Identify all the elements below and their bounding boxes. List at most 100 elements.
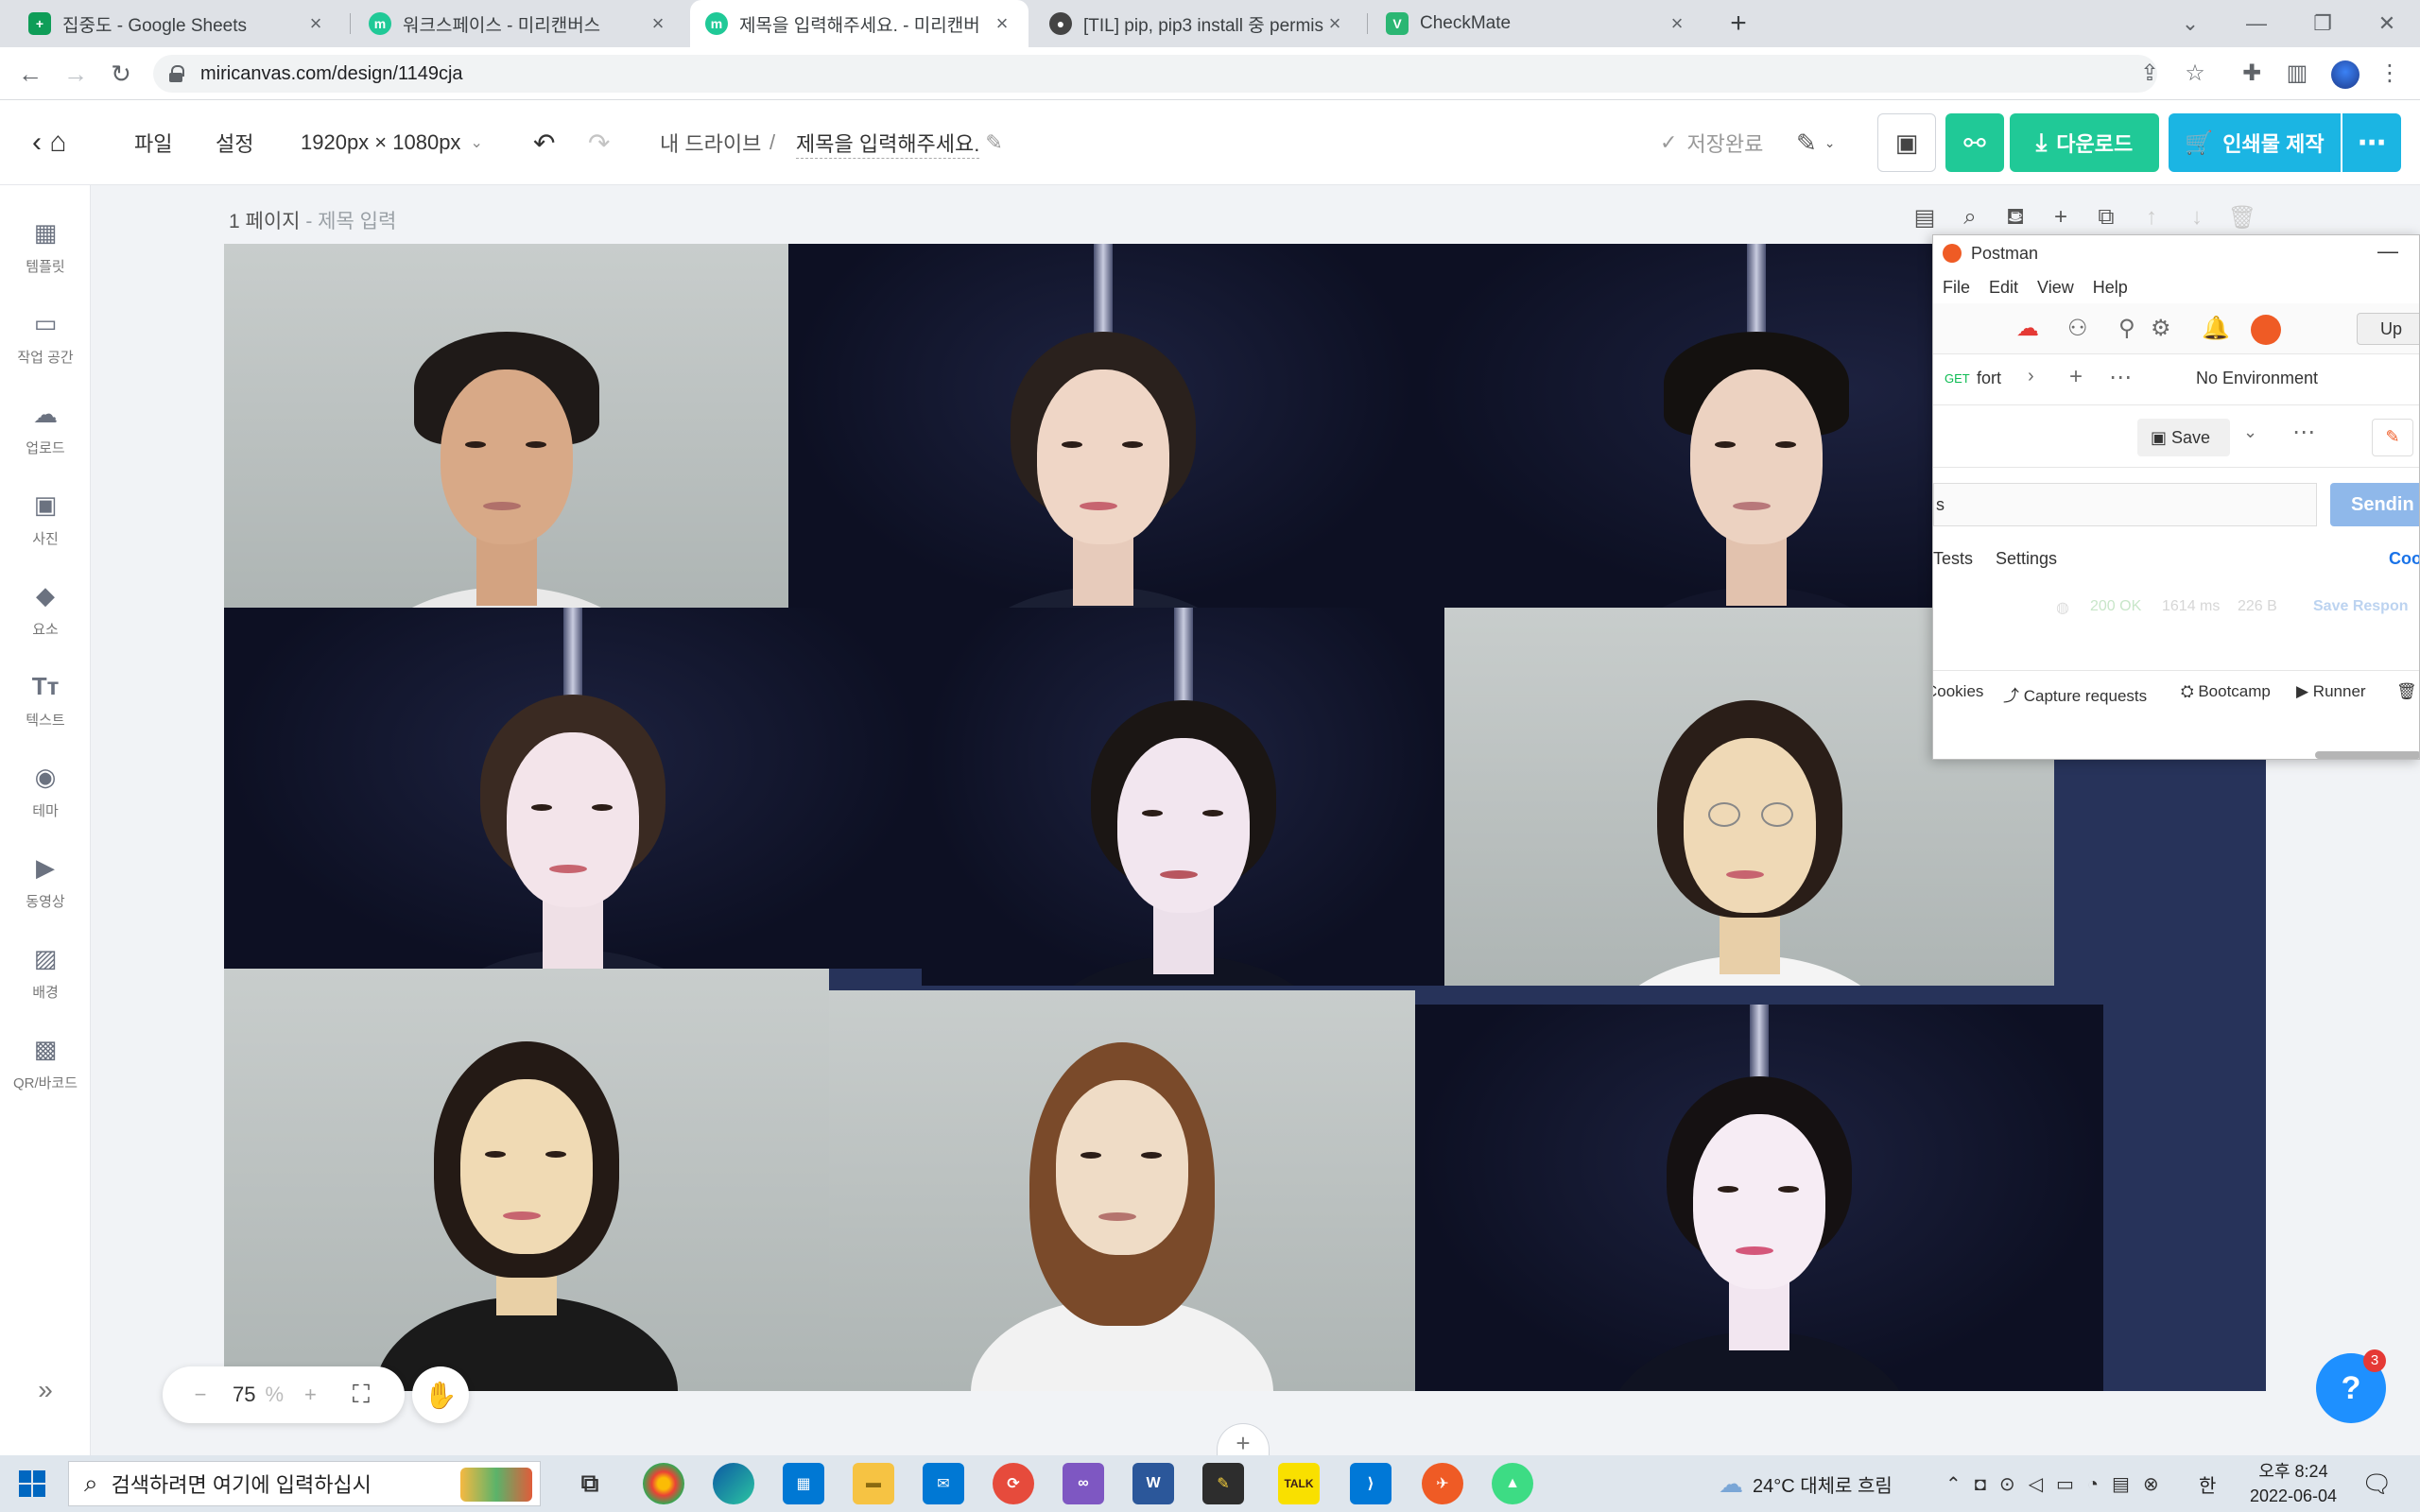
postman-menu-edit[interactable]: Edit [1989,278,2018,298]
request-tab-name[interactable]: fort [1977,369,2001,388]
canvas-size-dropdown[interactable]: 1920px × 1080px ⌄ [301,100,483,185]
portrait-photo[interactable] [788,244,1417,608]
visual-studio-icon[interactable]: ∞ [1063,1463,1104,1504]
save-response-button[interactable]: Save Respon [2313,598,2408,615]
side-panel-icon[interactable]: ▥ [2282,59,2312,89]
browser-menu-icon[interactable]: ⋮ [2375,59,2405,89]
new-tab-plus-icon[interactable]: + [2069,364,2083,390]
save-disk-icon[interactable]: ▣ [1877,113,1936,172]
close-tab-icon[interactable]: × [1666,11,1688,36]
task-view-icon[interactable]: ⧉ [569,1463,611,1504]
tab-search-chevron-icon[interactable]: ⌄ [2157,0,2223,47]
horizontal-scrollbar[interactable] [2315,751,2419,759]
expand-sidebar-icon[interactable]: » [0,1366,91,1414]
clock[interactable]: 오후 8:24 2022-06-04 [2246,1459,2341,1508]
tab-design-active[interactable]: m 제목을 입력해주세요. - 미리캔버 × [690,0,1028,47]
add-page-icon[interactable]: + [2045,204,2077,231]
sidebar-item-workspace[interactable]: ▭ 작업 공간 [0,295,91,380]
forward-arrow-icon[interactable]: → [59,57,93,91]
close-tab-icon[interactable]: × [991,11,1013,36]
close-tab-icon[interactable]: × [647,11,669,36]
paint-bucket-icon[interactable]: ⛾ [1999,204,2031,232]
portrait-photo[interactable] [922,608,1444,986]
zoom-value[interactable]: 75 [233,1383,255,1407]
sidebar-item-upload[interactable]: ☁ 업로드 [0,386,91,471]
vscode-icon[interactable]: ⟩ [1350,1463,1392,1504]
sidebar-item-elements[interactable]: ◆ 요소 [0,567,91,652]
zoom-out-icon[interactable]: − [183,1383,217,1407]
satellite-icon[interactable]: ⚲ [2118,315,2135,342]
ime-indicator[interactable]: 한 [2199,1455,2216,1512]
undo-icon[interactable]: ↶ [533,100,555,185]
trash-icon[interactable]: 🗑 [2396,682,2417,701]
bookmark-star-icon[interactable]: ☆ [2180,59,2210,89]
move-down-icon[interactable]: ↓ [2181,204,2213,231]
sidebar-item-theme[interactable]: ◉ 테마 [0,748,91,833]
mail-app-icon[interactable]: ✉ [923,1463,964,1504]
portrait-photo[interactable] [224,969,829,1391]
print-button[interactable]: 🛒 인쇄물 제작 [2169,113,2341,172]
notification-bell-icon[interactable]: 🔔 [2202,315,2230,342]
environment-selector[interactable]: No Environment [2196,369,2318,388]
android-studio-icon[interactable]: ▲ [1492,1463,1533,1504]
close-tab-icon[interactable]: × [1323,11,1346,36]
edge-app-icon[interactable] [713,1463,754,1504]
extensions-puzzle-icon[interactable]: ✚ [2237,59,2267,89]
edit-pencil-icon[interactable]: ✎ [2372,419,2413,456]
postman-avatar[interactable] [2251,315,2281,345]
postman-app-icon[interactable]: ✈ [1422,1463,1463,1504]
tab-til-pip[interactable]: ● [TIL] pip, pip3 install 중 permiss × [1034,0,1361,47]
menu-file[interactable]: 파일 [134,100,172,185]
send-button[interactable]: Sendin [2330,483,2419,526]
chrome-app-icon[interactable] [643,1463,684,1504]
invite-user-icon[interactable]: ⚇ [2067,315,2088,342]
tab-checkmate[interactable]: V CheckMate × [1371,0,1703,47]
taskbar-search[interactable]: ⌕ 검색하려면 여기에 입력하십시 [68,1461,541,1506]
tab-tests[interactable]: Tests [1933,549,1973,569]
more-options-icon[interactable]: ⋯ [2342,113,2401,172]
close-tab-icon[interactable]: × [304,11,327,36]
share-page-icon[interactable]: ⇪ [2135,59,2165,89]
breadcrumb-my-drive[interactable]: 내 드라이브 [660,100,761,185]
request-url-input[interactable]: s [1933,483,2317,526]
profile-avatar[interactable] [2331,60,2360,89]
fullscreen-icon[interactable]: ⛶ [353,1380,370,1410]
menu-settings[interactable]: 설정 [216,100,253,185]
footer-cookies[interactable]: Cookies [1933,682,1983,701]
page-label[interactable]: 1 페이지 - 제목 입력 [229,206,396,234]
postman-menu-help[interactable]: Help [2093,278,2128,298]
tab-cookies[interactable]: Coo [2389,549,2419,569]
settings-gear-icon[interactable]: ⚙ [2151,315,2171,342]
portrait-photo[interactable] [1415,1005,2103,1391]
reload-icon[interactable]: ↻ [104,57,138,91]
footer-bootcamp[interactable]: ⛭ Bootcamp [2181,682,2271,701]
postman-menu-file[interactable]: File [1943,278,1970,298]
move-up-icon[interactable]: ↑ [2135,204,2168,231]
sidebar-item-photo[interactable]: ▣ 사진 [0,476,91,561]
tab-workspace[interactable]: m 워크스페이스 - 미리캔버스 × [354,0,684,47]
sidebar-item-text[interactable]: Tт 텍스트 [0,658,91,743]
sidebar-item-background[interactable]: ▨ 배경 [0,930,91,1015]
footer-capture-requests[interactable]: ⤴ Capture requests [2003,682,2147,706]
download-button[interactable]: ⤓ 다운로드 [2010,113,2159,172]
file-explorer-icon[interactable]: ▬ [853,1463,894,1504]
more-tabs-icon[interactable]: ⋯ [2109,364,2132,391]
delete-page-icon[interactable]: 🗑 [2226,204,2258,232]
sync-app-icon[interactable]: ⟳ [993,1463,1034,1504]
portrait-photo[interactable] [224,608,922,969]
new-tab-plus-icon[interactable]: + [1722,8,1754,40]
weather-widget[interactable]: ☁ 24°C 대체로 흐림 [1719,1455,1893,1512]
hand-tool-icon[interactable]: ✋ [412,1366,469,1423]
save-button[interactable]: ▣ Save [2137,419,2230,456]
tab-google-sheets[interactable]: + 집중도 - Google Sheets × [13,0,342,47]
sidebar-item-qr[interactable]: ▩ QR/바코드 [0,1021,91,1106]
chevron-right-icon[interactable]: › [2028,366,2034,387]
kakaotalk-icon[interactable]: TALK [1278,1463,1320,1504]
page-title-input[interactable]: 제목 입력 [318,211,396,232]
system-tray-icons[interactable]: ⌃◘⊙◁▭◔▤⊗ [1945,1455,2172,1512]
footer-runner[interactable]: ▶ Runner [2296,682,2366,701]
edit-mode-pen-icon[interactable]: ✎ ⌄ [1796,100,1836,185]
portrait-photo[interactable] [224,244,788,608]
magic-wand-icon[interactable]: ⌕ [1954,204,1986,231]
zoom-in-icon[interactable]: + [304,1383,317,1407]
